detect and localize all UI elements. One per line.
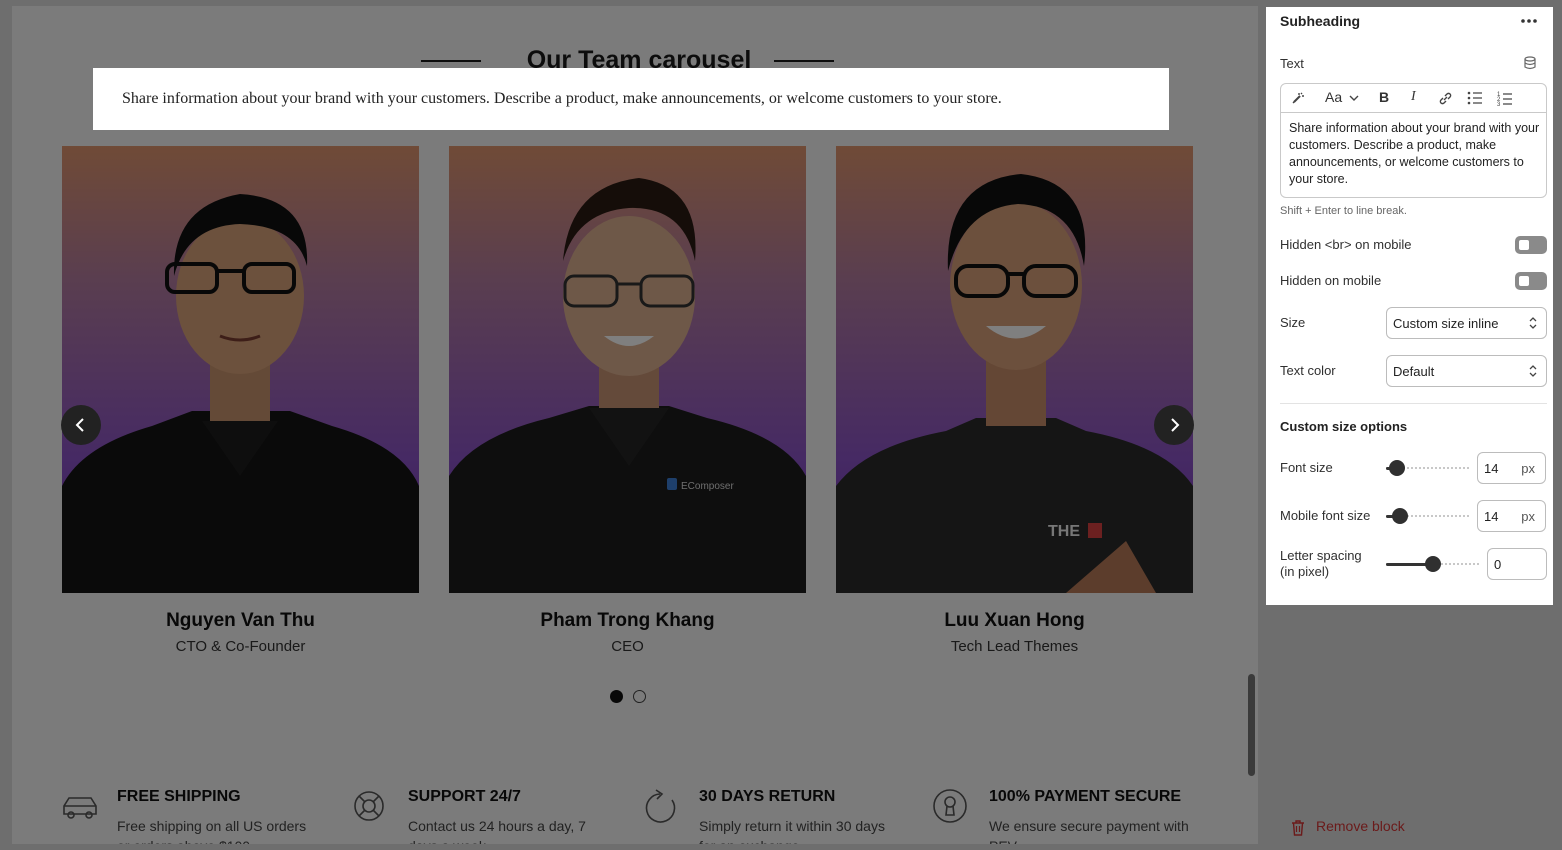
letter-spacing-input[interactable]: 0 <box>1487 548 1547 580</box>
rich-text-editor[interactable]: Aa B I 123 Share information about your … <box>1280 83 1547 198</box>
feature-desc: Contact us 24 hours a day, 7 days a week <box>408 818 586 844</box>
letter-spacing-label: Letter spacing (in pixel) <box>1280 548 1362 579</box>
panel-title: Subheading <box>1280 13 1361 29</box>
font-size-unit: px <box>1521 461 1535 476</box>
member-role-1: CTO & Co-Founder <box>175 638 306 655</box>
select-arrows-icon <box>1529 365 1537 377</box>
mobile-font-size-input[interactable]: 14 px <box>1477 500 1546 532</box>
line-break-hint: Shift + Enter to line break. <box>1280 205 1407 217</box>
trash-icon[interactable] <box>1291 820 1305 836</box>
carousel-next-button[interactable] <box>1154 405 1194 445</box>
preview-canvas: Our Team carousel EComposer THE Nguyen V… <box>12 6 1258 844</box>
letter-spacing-value: 0 <box>1494 557 1502 572</box>
team-card-1[interactable] <box>62 146 419 593</box>
editor-toolbar: Aa B I 123 <box>1281 84 1546 113</box>
link-icon[interactable] <box>1438 91 1453 106</box>
team-card-3[interactable]: THE <box>836 146 1193 593</box>
text-color-select-value: Default <box>1393 364 1435 379</box>
shirt-logo-thex: THE <box>1048 523 1080 540</box>
member-role-3: Tech Lead Themes <box>950 638 1079 655</box>
member-name-2: Pham Trong Khang <box>540 610 715 631</box>
feature-desc: Simply return it within 30 days for an e… <box>699 818 885 844</box>
member-photo-1 <box>62 194 419 593</box>
font-size-input[interactable]: 14 px <box>1477 452 1546 484</box>
return-icon <box>645 789 676 823</box>
member-role-2: CEO <box>611 638 644 655</box>
member-name-1: Nguyen Van Thu <box>166 610 315 631</box>
keyhole-icon <box>933 789 967 823</box>
hidden-mobile-label: Hidden on mobile <box>1280 273 1382 288</box>
size-select-value: Custom size inline <box>1393 316 1499 331</box>
feature-title: 100% PAYMENT SECURE <box>989 788 1182 805</box>
bold-button[interactable]: B <box>1379 89 1389 105</box>
dynamic-source-icon[interactable] <box>1523 56 1537 70</box>
member-name-3: Luu Xuan Hong <box>944 610 1085 631</box>
numbered-list-icon[interactable]: 123 <box>1497 90 1513 106</box>
select-arrows-icon <box>1529 317 1537 329</box>
settings-panel: Subheading Text Aa B I 123 Share informa… <box>1266 7 1553 605</box>
text-label: Text <box>1280 56 1304 71</box>
mobile-font-size-slider-thumb[interactable] <box>1392 508 1408 524</box>
mobile-font-size-unit: px <box>1521 509 1535 524</box>
text-color-label: Text color <box>1280 363 1336 378</box>
hidden-mobile-toggle[interactable] <box>1515 272 1547 290</box>
shirt-logo-ecomposer: EComposer <box>681 481 734 492</box>
size-select[interactable]: Custom size inline <box>1386 307 1547 339</box>
feature-title: SUPPORT 24/7 <box>408 788 521 805</box>
title-line-right <box>774 60 834 62</box>
carousel-dot-2[interactable] <box>633 690 646 703</box>
editor-content[interactable]: Share information about your brand with … <box>1289 120 1541 188</box>
carousel-prev-button[interactable] <box>61 405 101 445</box>
size-label: Size <box>1280 315 1306 330</box>
member-photo-3: THE <box>836 174 1193 593</box>
svg-text:3: 3 <box>1497 102 1501 106</box>
chevron-left-icon <box>75 418 84 432</box>
feature-desc: We ensure secure payment with PEV <box>989 818 1189 844</box>
feature-title: FREE SHIPPING <box>117 788 241 805</box>
font-format-button[interactable]: Aa <box>1325 89 1342 105</box>
chevron-right-icon <box>1171 418 1180 432</box>
more-options-icon[interactable] <box>1518 12 1540 30</box>
canvas-scrollbar[interactable] <box>1248 674 1255 776</box>
carousel-dot-1[interactable] <box>610 690 623 703</box>
feature-desc: Free shipping on all US orders or orders… <box>117 818 307 844</box>
italic-button[interactable]: I <box>1411 89 1416 105</box>
lifebuoy-icon <box>354 791 384 821</box>
hidden-br-toggle[interactable] <box>1515 236 1547 254</box>
remove-block-button[interactable]: Remove block <box>1316 818 1405 834</box>
bullet-list-icon[interactable] <box>1467 91 1483 105</box>
subheading-text: Share information about your brand with … <box>122 90 1002 107</box>
magic-wand-icon[interactable] <box>1291 91 1305 105</box>
font-size-label: Font size <box>1280 460 1333 475</box>
hidden-br-label: Hidden <br> on mobile <box>1280 237 1412 252</box>
team-card-2[interactable]: EComposer <box>449 146 806 593</box>
letter-spacing-slider-thumb[interactable] <box>1425 556 1441 572</box>
mobile-font-size-value: 14 <box>1484 509 1499 524</box>
section-divider <box>1280 403 1547 404</box>
font-size-value: 14 <box>1484 461 1499 476</box>
truck-icon <box>63 797 97 819</box>
selected-subheading-block[interactable]: Share information about your brand with … <box>93 68 1169 130</box>
chevron-down-icon[interactable] <box>1349 94 1359 102</box>
text-color-select[interactable]: Default <box>1386 355 1547 387</box>
feature-title: 30 DAYS RETURN <box>699 788 836 805</box>
custom-size-title: Custom size options <box>1280 419 1408 434</box>
member-photo-2: EComposer <box>449 178 806 593</box>
font-size-slider-thumb[interactable] <box>1389 460 1405 476</box>
mobile-font-size-label: Mobile font size <box>1280 508 1371 523</box>
